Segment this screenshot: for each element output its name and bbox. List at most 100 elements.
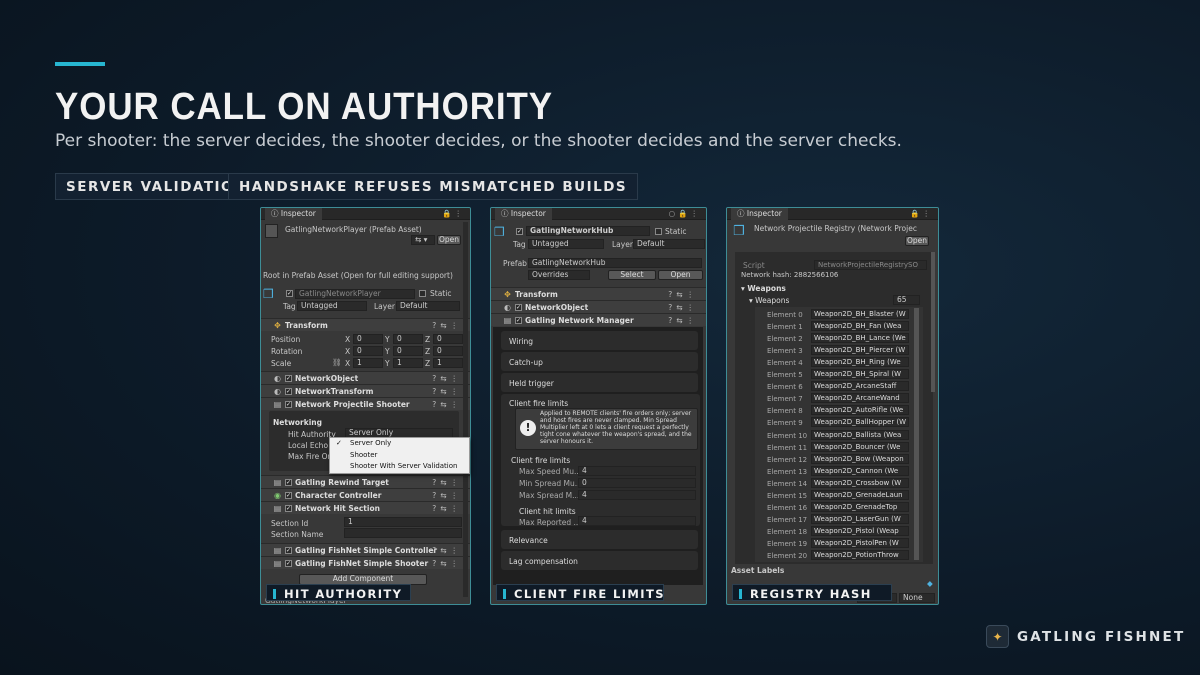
fold-lag-compensation[interactable]: Lag compensation	[501, 551, 698, 570]
component-simple-controller[interactable]: ▤ ✓ Gatling FishNet Simple Controller ?⇆⋮	[261, 543, 470, 556]
component-hit-section[interactable]: ▤ ✓ Network Hit Section ?⇆⋮	[261, 501, 470, 514]
menu-item-shooter[interactable]: Shooter	[330, 450, 469, 462]
component-menu-icon[interactable]: ?⇆⋮	[432, 400, 462, 409]
lock-icon[interactable]: 🔒⋮	[442, 209, 465, 218]
component-menu-icon[interactable]: ?⇆⋮	[432, 491, 462, 500]
tag-dropdown[interactable]: Untagged	[528, 239, 604, 249]
enable-toggle[interactable]: ✓	[285, 491, 292, 499]
rotation-x-field[interactable]: 0	[353, 346, 383, 356]
fold-wiring[interactable]: Wiring	[501, 331, 698, 350]
scale-y-field[interactable]: 1	[393, 358, 423, 368]
tag-icon[interactable]: ◆	[927, 579, 933, 588]
element-field[interactable]: Weapon2D_Bow (Weapon	[811, 453, 909, 464]
variant-dropdown[interactable]: None	[899, 593, 935, 603]
fold-relevance[interactable]: Relevance	[501, 530, 698, 549]
component-menu-icon[interactable]: ?⇆⋮	[668, 290, 698, 299]
enable-toggle[interactable]: ✓	[285, 387, 292, 395]
enable-toggle[interactable]: ✓	[285, 400, 292, 408]
component-networkobject[interactable]: ◐ ✓ NetworkObject ?⇆⋮	[491, 300, 706, 313]
inspector-tab[interactable]: ⓘ Inspector	[495, 208, 552, 220]
enable-toggle[interactable]: ✓	[285, 559, 292, 567]
inspector-tab[interactable]: ⓘ Inspector	[265, 208, 322, 220]
component-networkobject[interactable]: ◐ ✓ NetworkObject ?⇆⋮	[261, 371, 470, 384]
open-button[interactable]: Open	[905, 236, 929, 246]
list-scrollbar[interactable]	[914, 308, 919, 560]
weapons-foldout[interactable]: ▾ Weapons	[741, 284, 786, 293]
fold-held-trigger[interactable]: Held trigger	[501, 373, 698, 392]
enable-toggle[interactable]: ✓	[285, 374, 292, 382]
section-id-field[interactable]: 1	[344, 517, 462, 527]
element-field[interactable]: Weapon2D_BH_Lance (We	[811, 333, 909, 344]
component-menu-icon[interactable]: ?⇆⋮	[668, 316, 698, 325]
position-x-field[interactable]: 0	[353, 334, 383, 344]
component-menu-icon[interactable]: ?⇆⋮	[432, 546, 462, 555]
element-field[interactable]: Weapon2D_BH_Spiral (W	[811, 369, 909, 380]
enable-toggle[interactable]: ✓	[285, 478, 292, 486]
section-name-field[interactable]	[344, 528, 462, 538]
weapons-count-field[interactable]: 65	[893, 295, 920, 305]
networking-header[interactable]: Networking	[273, 418, 322, 427]
element-field[interactable]: Weapon2D_Pistol (Weap	[811, 525, 909, 536]
component-menu-icon[interactable]: ?⇆⋮	[432, 478, 462, 487]
link-icon[interactable]: ⛓	[332, 358, 342, 367]
object-name-field[interactable]: GatlingNetworkHub	[526, 226, 650, 236]
open-button[interactable]: Open	[658, 270, 703, 280]
inspector-tab[interactable]: ⓘ Inspector	[731, 208, 788, 220]
layer-dropdown[interactable]: Default	[396, 301, 460, 311]
tag-dropdown[interactable]: Untagged	[297, 301, 367, 311]
element-field[interactable]: Weapon2D_Bouncer (We	[811, 441, 909, 452]
component-character-controller[interactable]: ◉ ✓ Character Controller ?⇆⋮	[261, 488, 470, 501]
element-field[interactable]: Weapon2D_PotionThrow	[811, 550, 909, 560]
scrollbar[interactable]	[463, 222, 468, 597]
component-menu-icon[interactable]: ?⇆⋮	[432, 387, 462, 396]
element-field[interactable]: Weapon2D_BallHopper (W	[811, 417, 909, 428]
element-field[interactable]: Weapon2D_ArcaneStaff	[811, 381, 909, 392]
min-spread-field[interactable]: 0	[578, 478, 696, 488]
enable-toggle[interactable]: ✓	[515, 303, 522, 311]
static-toggle[interactable]	[655, 228, 662, 235]
rotation-y-field[interactable]: 0	[393, 346, 423, 356]
static-toggle[interactable]	[419, 290, 426, 297]
element-field[interactable]: Weapon2D_PistolPen (W	[811, 537, 909, 548]
element-field[interactable]: Weapon2D_LaserGun (W	[811, 513, 909, 524]
element-field[interactable]: Weapon2D_Cannon (We	[811, 465, 909, 476]
overrides-dropdown[interactable]: Overrides	[528, 270, 590, 280]
rotation-z-field[interactable]: 0	[433, 346, 463, 356]
active-toggle[interactable]: ✓	[516, 228, 523, 235]
component-menu-icon[interactable]: ?⇆⋮	[432, 374, 462, 383]
element-field[interactable]: Weapon2D_BH_Fan (Wea	[811, 321, 909, 332]
component-projectile-shooter[interactable]: ▤ ✓ Network Projectile Shooter ?⇆⋮	[261, 397, 470, 410]
max-spread-field[interactable]: 4	[578, 490, 696, 500]
lock-icon[interactable]: 🔒⋮	[910, 209, 933, 218]
scale-z-field[interactable]: 1	[433, 358, 463, 368]
scrollbar[interactable]	[931, 252, 935, 392]
active-toggle[interactable]: ✓	[286, 290, 293, 297]
max-speed-field[interactable]: 4	[578, 466, 696, 476]
element-field[interactable]: Weapon2D_BH_Blaster (W	[811, 309, 909, 319]
element-field[interactable]: Weapon2D_GrenadeTop	[811, 501, 909, 512]
scale-x-field[interactable]: 1	[353, 358, 383, 368]
component-network-manager[interactable]: ▤ ✓ Gatling Network Manager ?⇆⋮	[491, 313, 706, 326]
component-transform[interactable]: ✥ Transform ?⇆⋮	[261, 318, 470, 331]
element-field[interactable]: Weapon2D_ArcaneWand	[811, 393, 909, 404]
fold-catch-up[interactable]: Catch-up	[501, 352, 698, 371]
overrides-dropdown[interactable]: ⇆ ▾	[411, 235, 435, 245]
max-reported-field[interactable]: 4	[578, 516, 696, 526]
open-button[interactable]: Open	[437, 235, 461, 245]
element-field[interactable]: Weapon2D_BH_Ring (We	[811, 357, 909, 368]
component-menu-icon[interactable]: ?⇆⋮	[432, 321, 462, 330]
component-menu-icon[interactable]: ?⇆⋮	[432, 504, 462, 513]
weapons-list-foldout[interactable]: ▾ Weapons	[749, 296, 789, 305]
element-field[interactable]: Weapon2D_AutoRifle (We	[811, 405, 909, 416]
component-transform[interactable]: ✥ Transform ?⇆⋮	[491, 287, 706, 300]
enable-toggle[interactable]: ✓	[285, 546, 292, 554]
layer-dropdown[interactable]: Default	[633, 239, 705, 249]
component-networktransform[interactable]: ◐ ✓ NetworkTransform ?⇆⋮	[261, 384, 470, 397]
select-button[interactable]: Select	[608, 270, 656, 280]
component-menu-icon[interactable]: ?⇆⋮	[668, 303, 698, 312]
position-z-field[interactable]: 0	[433, 334, 463, 344]
menu-item-shooter-validation[interactable]: Shooter With Server Validation	[330, 461, 469, 473]
enable-toggle[interactable]: ✓	[285, 504, 292, 512]
element-field[interactable]: Weapon2D_GrenadeLaun	[811, 489, 909, 500]
element-field[interactable]: Weapon2D_Crossbow (W	[811, 477, 909, 488]
